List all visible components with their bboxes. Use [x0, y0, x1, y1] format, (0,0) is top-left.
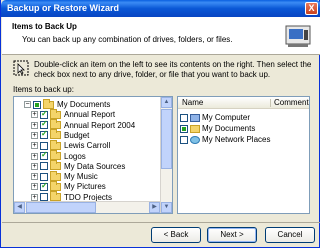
backup-tree[interactable]: − My Documents + Annual Report + Annual Repor…	[13, 96, 173, 214]
expand-icon[interactable]: +	[31, 131, 38, 139]
network-icon	[190, 135, 200, 144]
close-button[interactable]: X	[305, 2, 318, 15]
tree-item-label: My Pictures	[64, 182, 106, 192]
tree-scroll-thumb[interactable]	[161, 109, 172, 169]
cancel-button[interactable]: Cancel	[265, 227, 315, 243]
folder-icon	[50, 160, 61, 171]
list-item-label: My Network Places	[202, 135, 271, 144]
item-checkbox[interactable]	[40, 129, 48, 140]
select-items-icon	[13, 60, 29, 76]
expand-icon[interactable]: +	[31, 173, 38, 181]
folder-icon	[50, 170, 61, 181]
item-checkbox[interactable]	[40, 193, 48, 202]
folder-icon	[50, 129, 61, 140]
item-checkbox[interactable]	[40, 172, 48, 181]
expand-icon[interactable]: +	[31, 152, 38, 160]
footer-divider	[2, 222, 320, 223]
expand-icon[interactable]: +	[31, 111, 38, 119]
tree-item-label: My Music	[64, 172, 98, 182]
list-header: Name Comment	[178, 97, 309, 109]
tree-item-label: Annual Report	[64, 110, 116, 120]
list-item[interactable]: My Network Places	[180, 134, 270, 145]
item-checkbox[interactable]	[33, 100, 41, 109]
column-comment[interactable]: Comment	[274, 98, 309, 107]
contents-list[interactable]: Name Comment My Computer My Documents My N…	[177, 96, 310, 214]
expand-icon[interactable]: +	[31, 183, 38, 191]
scroll-right-icon[interactable]: ▶	[149, 202, 160, 213]
list-item[interactable]: My Documents	[180, 123, 255, 134]
title-bar[interactable]: Backup or Restore Wizard X	[1, 0, 320, 17]
item-checkbox[interactable]	[40, 109, 48, 119]
page-subtitle: You can back up any combination of drive…	[22, 35, 233, 44]
list-item[interactable]: My Computer	[180, 112, 250, 123]
list-item-label: My Documents	[202, 124, 256, 133]
tree-hscroll-thumb[interactable]	[26, 202, 96, 213]
folder-icon	[190, 124, 200, 133]
folder-icon	[50, 119, 61, 130]
wizard-window: Backup or Restore Wizard X Items to Back…	[0, 0, 320, 248]
backup-wizard-icon	[285, 25, 311, 47]
folder-icon	[50, 108, 61, 119]
item-checkbox[interactable]	[180, 124, 188, 133]
tree-horizontal-scrollbar[interactable]: ◀ ▶	[14, 201, 160, 213]
item-checkbox[interactable]	[180, 113, 188, 122]
item-checkbox[interactable]	[40, 150, 48, 160]
expand-icon[interactable]: +	[31, 121, 38, 129]
tree-vertical-scrollbar[interactable]: ▲ ▼	[160, 97, 172, 213]
scroll-down-icon[interactable]: ▼	[161, 202, 172, 213]
next-button[interactable]: Next >	[207, 227, 257, 243]
computer-icon	[190, 113, 200, 122]
column-name[interactable]: Name	[182, 98, 203, 107]
tree-item-label: My Data Sources	[64, 161, 126, 171]
tree-item-label: Annual Report 2004	[64, 120, 136, 130]
scroll-up-icon[interactable]: ▲	[161, 97, 172, 108]
folder-icon	[50, 150, 61, 160]
item-checkbox[interactable]	[40, 162, 48, 171]
tree-item-label: My Documents	[57, 100, 111, 109]
expand-icon[interactable]: +	[31, 142, 38, 150]
back-button[interactable]: < Back	[151, 227, 201, 243]
list-item-label: My Computer	[202, 113, 251, 122]
window-title: Backup or Restore Wizard	[7, 3, 119, 13]
expand-icon[interactable]: +	[31, 162, 38, 170]
tree-item-label: Logos	[64, 151, 86, 161]
instructions-text: Double-click an item on the left to see …	[34, 60, 312, 79]
tree-item-label: Budget	[64, 130, 90, 140]
tree-label: Items to back up:	[13, 85, 74, 94]
folder-icon	[50, 191, 61, 202]
scroll-left-icon[interactable]: ◀	[14, 202, 25, 213]
folder-icon	[43, 98, 54, 109]
item-checkbox[interactable]	[40, 119, 48, 130]
tree-item-label: Lewis Carroll	[64, 141, 111, 151]
collapse-icon[interactable]: −	[24, 101, 31, 108]
item-checkbox[interactable]	[40, 141, 48, 150]
folder-icon	[50, 139, 61, 150]
page-title: Items to Back Up	[12, 22, 77, 31]
folder-icon	[50, 180, 61, 191]
item-checkbox[interactable]	[40, 181, 48, 191]
item-checkbox[interactable]	[180, 135, 188, 144]
expand-icon[interactable]: +	[31, 193, 38, 201]
wizard-header: Items to Back Up You can back up any com…	[2, 17, 320, 55]
column-separator	[270, 99, 271, 107]
